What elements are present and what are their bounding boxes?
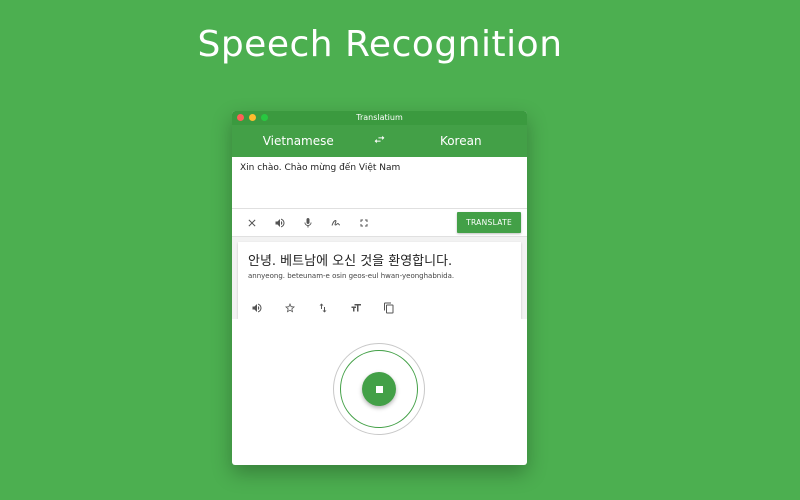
copy-icon[interactable] (378, 300, 400, 316)
romanization-text: annyeong. beteunam-e osin geos-eul hwan-… (248, 272, 455, 280)
fullscreen-icon[interactable] (350, 211, 378, 235)
stop-icon (375, 385, 383, 393)
handwriting-icon[interactable] (322, 211, 350, 235)
swap-arrows-icon[interactable] (365, 133, 395, 149)
headline: Speech Recognition (197, 24, 563, 65)
output-card: 안녕. 베트남에 오신 것을 환영합니다. annyeong. beteunam… (238, 242, 521, 319)
text-size-icon[interactable] (345, 300, 367, 316)
swap-vertical-icon[interactable] (312, 300, 334, 316)
star-icon[interactable] (279, 300, 301, 316)
window-title: Translatium (356, 113, 403, 122)
target-language[interactable]: Korean (395, 134, 528, 148)
maximize-window-button[interactable] (261, 114, 268, 121)
translate-button[interactable]: TRANSLATE (457, 212, 521, 233)
input-toolbar: TRANSLATE (232, 209, 527, 237)
source-language[interactable]: Vietnamese (232, 134, 365, 148)
speech-recording-area (232, 319, 527, 461)
close-icon[interactable] (238, 211, 266, 235)
language-bar: Vietnamese Korean (232, 125, 527, 157)
speaker-icon[interactable] (246, 300, 268, 316)
speaker-icon[interactable] (266, 211, 294, 235)
output-area: 안녕. 베트남에 오신 것을 환영합니다. annyeong. beteunam… (232, 237, 527, 319)
title-bar: Translatium (232, 111, 527, 125)
close-window-button[interactable] (237, 114, 244, 121)
microphone-icon[interactable] (294, 211, 322, 235)
minimize-window-button[interactable] (249, 114, 256, 121)
translated-text: 안녕. 베트남에 오신 것을 환영합니다. (248, 254, 453, 269)
stop-recording-button[interactable] (362, 372, 396, 406)
source-text-input[interactable]: Xin chào. Chào mừng đến Việt Nam (232, 157, 527, 209)
app-window: Translatium Vietnamese Korean Xin chào. … (232, 111, 527, 465)
